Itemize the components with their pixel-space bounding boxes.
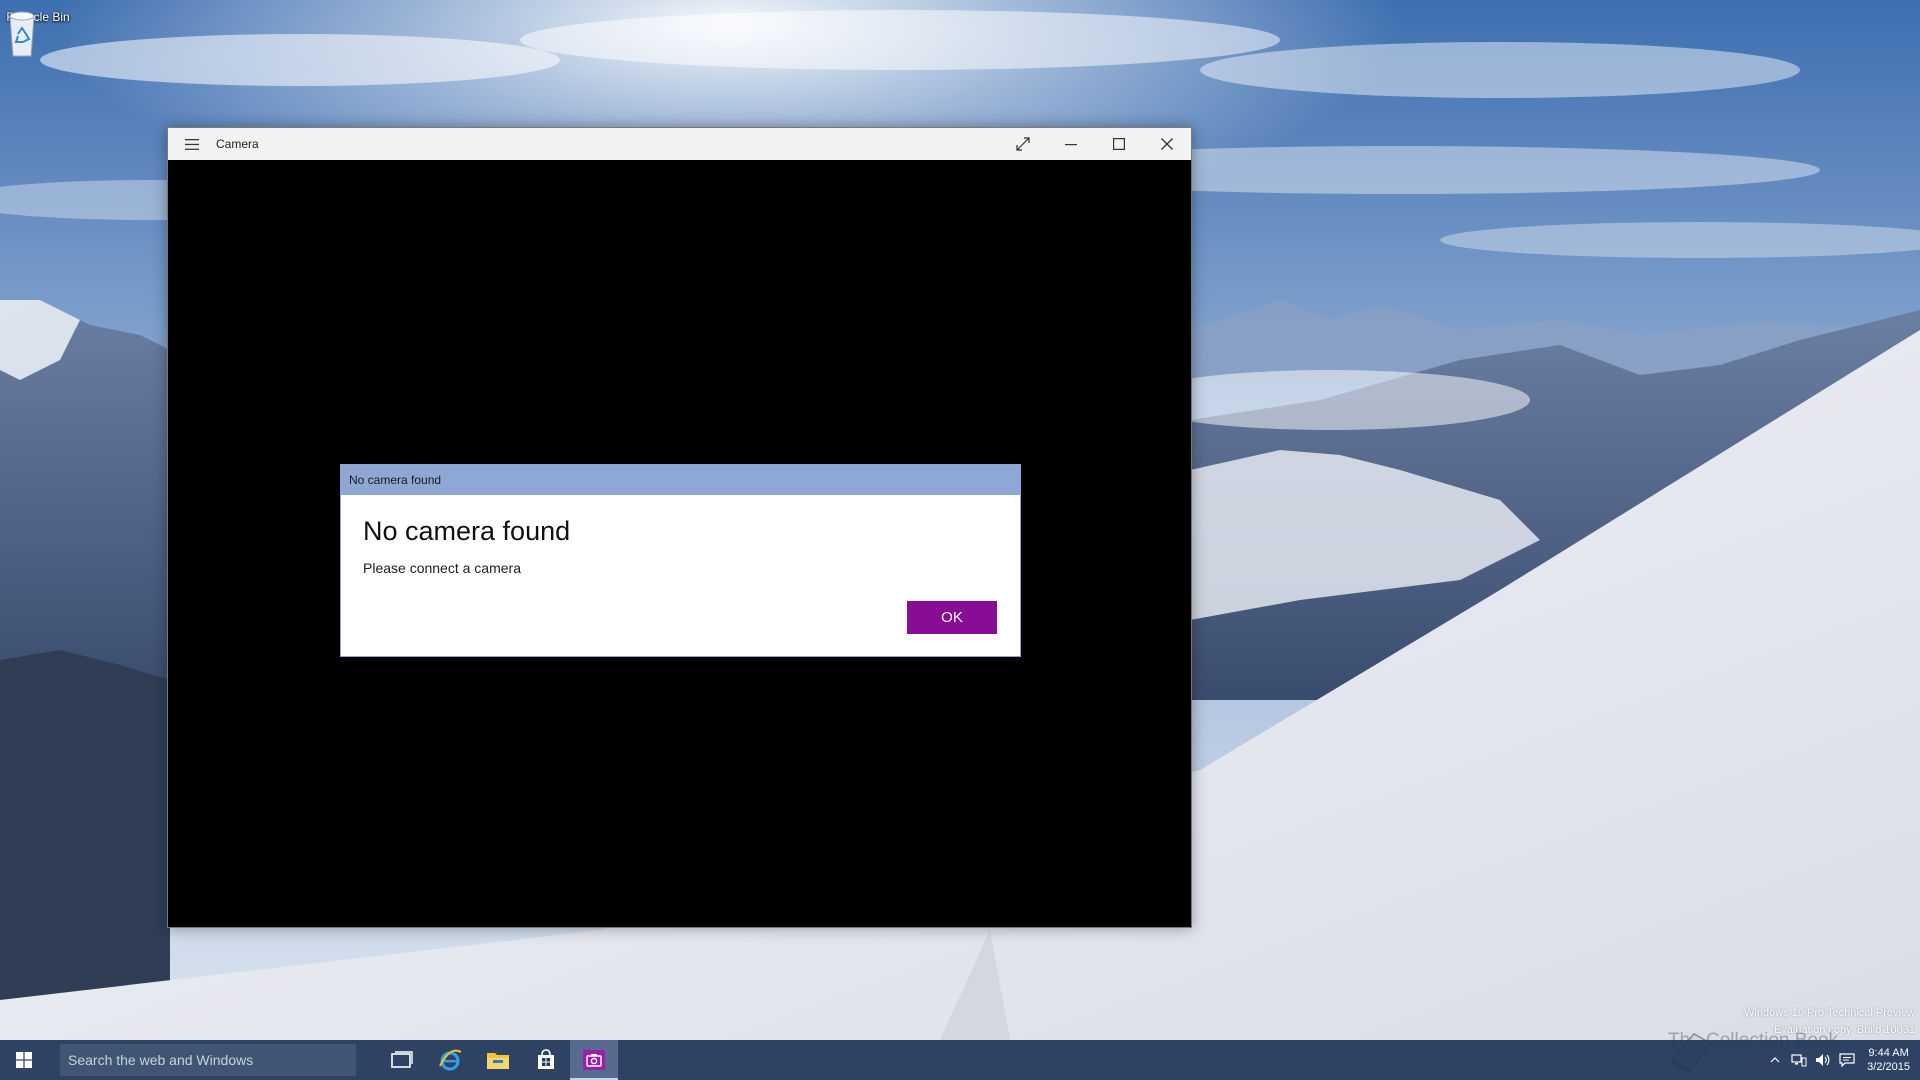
no-camera-dialog: No camera found No camera found Please c…: [340, 464, 1021, 657]
watermark-line1: Windows 10 Pro Technical Preview: [1744, 1007, 1915, 1019]
file-explorer-icon: [487, 1053, 509, 1069]
tray-action-center[interactable]: [1835, 1040, 1859, 1080]
search-box[interactable]: [60, 1044, 356, 1076]
store-icon: [538, 1049, 554, 1069]
windows-logo-icon: [16, 1052, 32, 1068]
window-title: Camera: [216, 137, 259, 151]
taskbar: 9:44 AM 3/2/2015: [0, 1040, 1920, 1080]
close-button[interactable]: [1143, 128, 1191, 160]
ok-button[interactable]: OK: [907, 601, 997, 634]
taskbar-task-view[interactable]: [378, 1040, 426, 1080]
taskbar-internet-explorer[interactable]: [426, 1040, 474, 1080]
recycle-bin[interactable]: Recycle Bin: [2, 6, 74, 57]
taskbar-store[interactable]: [522, 1040, 570, 1080]
volume-icon: [1816, 1054, 1830, 1066]
dialog-titlebar: No camera found: [341, 465, 1020, 495]
maximize-button[interactable]: [1095, 128, 1143, 160]
hamburger-menu-button[interactable]: [168, 128, 216, 160]
taskbar-camera[interactable]: [570, 1040, 618, 1080]
tray-network[interactable]: [1787, 1040, 1811, 1080]
tray-volume[interactable]: [1811, 1040, 1835, 1080]
internet-explorer-icon: [439, 1049, 462, 1071]
camera-app-icon: [583, 1050, 605, 1070]
task-view-icon: [391, 1051, 413, 1068]
action-center-icon: [1839, 1053, 1855, 1067]
clock-time: 9:44 AM: [1868, 1047, 1909, 1059]
camera-viewport: No camera found No camera found Please c…: [168, 160, 1191, 927]
system-tray: 9:44 AM 3/2/2015: [1763, 1040, 1920, 1080]
fullscreen-button[interactable]: [999, 128, 1047, 160]
close-icon: [1161, 138, 1173, 150]
clock-date: 3/2/2015: [1867, 1061, 1910, 1073]
start-button[interactable]: [0, 1040, 48, 1080]
tray-chevron[interactable]: [1763, 1040, 1787, 1080]
maximize-icon: [1113, 138, 1125, 150]
clock[interactable]: 9:44 AM 3/2/2015: [1859, 1046, 1920, 1074]
search-input[interactable]: [68, 1052, 356, 1068]
minimize-icon: [1065, 144, 1077, 146]
chevron-up-icon: [1770, 1057, 1780, 1063]
dialog-heading: No camera found: [363, 516, 571, 546]
fullscreen-icon: [1016, 137, 1030, 151]
recycle-bin-icon: [9, 11, 35, 57]
dialog-message: Please connect a camera: [363, 560, 521, 576]
hamburger-icon: [185, 138, 199, 150]
network-icon: [1791, 1054, 1807, 1067]
taskbar-file-explorer[interactable]: [474, 1040, 522, 1080]
camera-window: Camera No camera found No camera found P…: [167, 127, 1192, 928]
minimize-button[interactable]: [1047, 128, 1095, 160]
window-titlebar[interactable]: Camera: [168, 128, 1191, 160]
